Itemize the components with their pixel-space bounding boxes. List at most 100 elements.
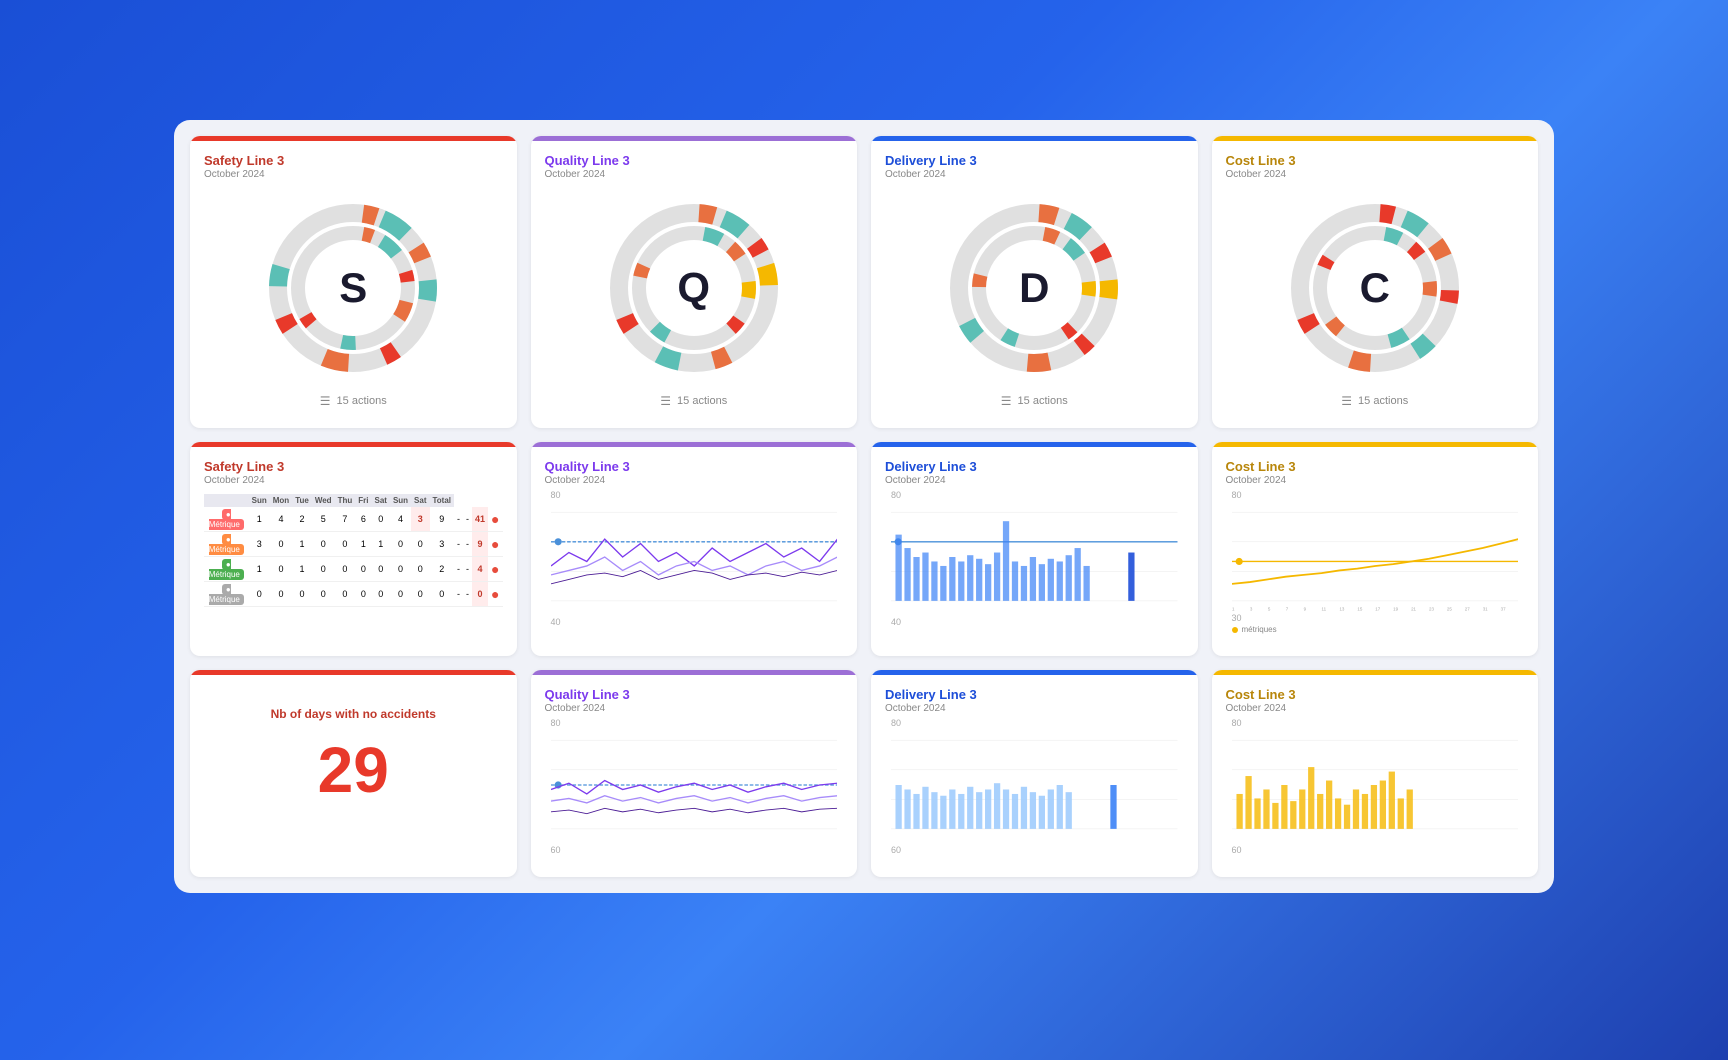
quality-actions-label: 15 actions: [677, 395, 727, 407]
cell: 3: [411, 507, 429, 532]
delivery-subtitle: October 2024: [885, 169, 1184, 180]
y-axis-bottom: 40: [551, 617, 838, 627]
cell: 1: [371, 532, 389, 557]
svg-text:11: 11: [1321, 607, 1326, 612]
cost-svg: 1 3 5 7 9 11 13 15 17 19 21 23 25 27 31 …: [1232, 502, 1519, 612]
safety-actions-label: 15 actions: [337, 395, 387, 407]
cost-actions[interactable]: ☰ 15 actions: [1341, 394, 1408, 408]
delivery-actions[interactable]: ☰ 15 actions: [1001, 394, 1068, 408]
cell: 3: [249, 532, 270, 557]
cost-donut-card: Cost Line 3 October 2024: [1212, 136, 1539, 428]
safety-days-card: Nb of days with no accidents 29: [190, 670, 517, 877]
col-header-1: Sun: [249, 494, 270, 507]
delivery-donut-card: Delivery Line 3 October 2024: [871, 136, 1198, 428]
quality-actions[interactable]: ☰ 15 actions: [660, 394, 727, 408]
safety-donut-letter: S: [308, 243, 398, 333]
safety-actions[interactable]: ☰ 15 actions: [320, 394, 387, 408]
svg-text:7: 7: [1285, 607, 1288, 612]
svg-text:25: 25: [1446, 607, 1451, 612]
delivery-actions-icon: ☰: [1001, 394, 1012, 408]
legend-label: métriques: [1242, 625, 1277, 634]
cell: 0: [312, 582, 335, 607]
status-dot: ●: [491, 511, 499, 527]
cost2-svg: [1232, 730, 1519, 840]
cell: -: [463, 582, 472, 607]
cost-y-bottom: 30: [1232, 613, 1519, 623]
y-top: 80: [891, 490, 1178, 500]
svg-text:9: 9: [1303, 607, 1306, 612]
cost-line-chart: 80 1 3 5 7 9 11: [1226, 486, 1525, 642]
cb2-y-top: 80: [1232, 718, 1519, 728]
legend-dot: [1232, 627, 1238, 633]
cell: 7: [335, 507, 356, 532]
delivery-bar2-chart: 80: [885, 714, 1184, 863]
quality2-svg: [551, 730, 838, 840]
delivery-bar-subtitle: October 2024: [885, 475, 1184, 486]
svg-text:15: 15: [1357, 607, 1362, 612]
safety-donut-card: Safety Line 3 October 2024: [190, 136, 517, 428]
d2-y-bottom: 60: [891, 845, 1178, 855]
cell: 1: [249, 507, 270, 532]
days-number: 29: [318, 733, 389, 807]
svg-text:19: 19: [1393, 607, 1398, 612]
safety-subtitle: October 2024: [204, 169, 503, 180]
table-row: ● Métrique 1 4 2 5 7 6 0 4 3 9 - - 41: [204, 507, 503, 532]
actions-icon: ☰: [320, 394, 331, 408]
delivery-donut-letter: D: [989, 243, 1079, 333]
status-dot: ●: [491, 536, 499, 552]
cost-donut-letter: C: [1330, 243, 1420, 333]
cell: 5: [312, 507, 335, 532]
cell: 0: [371, 507, 389, 532]
table-row: ● Métrique 1 0 1 0 0 0 0 0 0 2 - - 4: [204, 557, 503, 582]
metric-1: ● Métrique: [209, 509, 244, 530]
cell: 0: [371, 582, 389, 607]
delivery2-svg: [891, 730, 1178, 840]
cell: 4: [472, 557, 488, 582]
days-label: Nb of days with no accidents: [271, 707, 436, 721]
cost-line-card: Cost Line 3 October 2024 80 1 3: [1212, 442, 1539, 656]
cell: 0: [411, 557, 429, 582]
cell: 0: [249, 582, 270, 607]
svg-text:23: 23: [1428, 607, 1433, 612]
col-header-3: Tue: [292, 494, 312, 507]
cell: 1: [355, 532, 371, 557]
safety-donut-container: S ☰ 15 actions: [204, 180, 503, 414]
cost-line-title: Cost Line 3: [1226, 459, 1525, 474]
quality-donut-card: Quality Line 3 October 2024: [531, 136, 858, 428]
svg-text:5: 5: [1267, 607, 1270, 612]
quality-line2-card: Quality Line 3 October 2024 80: [531, 670, 858, 877]
cost-legend: métriques: [1232, 625, 1519, 634]
quality-line2-title: Quality Line 3: [545, 687, 844, 702]
cell: 0: [472, 582, 488, 607]
y-axis-label: 80: [551, 490, 838, 500]
cell: 9: [430, 507, 455, 532]
svg-text:27: 27: [1464, 607, 1469, 612]
cell: 0: [335, 582, 356, 607]
cell: 4: [270, 507, 292, 532]
delivery-bar2-title: Delivery Line 3: [885, 687, 1184, 702]
svg-text:31: 31: [1482, 607, 1487, 612]
q2-y-bottom: 60: [551, 845, 838, 855]
cell: -: [463, 557, 472, 582]
cost-actions-icon: ☰: [1341, 394, 1352, 408]
cell: -: [454, 582, 463, 607]
quality-line-card: Quality Line 3 October 2024 80: [531, 442, 858, 656]
quality-svg: [551, 502, 838, 612]
cost-title: Cost Line 3: [1226, 153, 1525, 168]
cell: 0: [355, 557, 371, 582]
cell: 2: [292, 507, 312, 532]
col-header-4: Wed: [312, 494, 335, 507]
cell: -: [454, 532, 463, 557]
metric-2: ● Métrique: [209, 534, 244, 555]
safety-table-subtitle: October 2024: [204, 475, 503, 486]
cell: 0: [411, 582, 429, 607]
cell: 0: [390, 557, 411, 582]
dashboard: Safety Line 3 October 2024: [174, 120, 1554, 893]
q2-y-top: 80: [551, 718, 838, 728]
safety-table-title: Safety Line 3: [204, 459, 503, 474]
col-header-9: Sat: [411, 494, 429, 507]
cell: 0: [312, 532, 335, 557]
svg-text:3: 3: [1249, 607, 1252, 612]
delivery-title: Delivery Line 3: [885, 153, 1184, 168]
metric-4: ● Métrique: [209, 584, 244, 605]
